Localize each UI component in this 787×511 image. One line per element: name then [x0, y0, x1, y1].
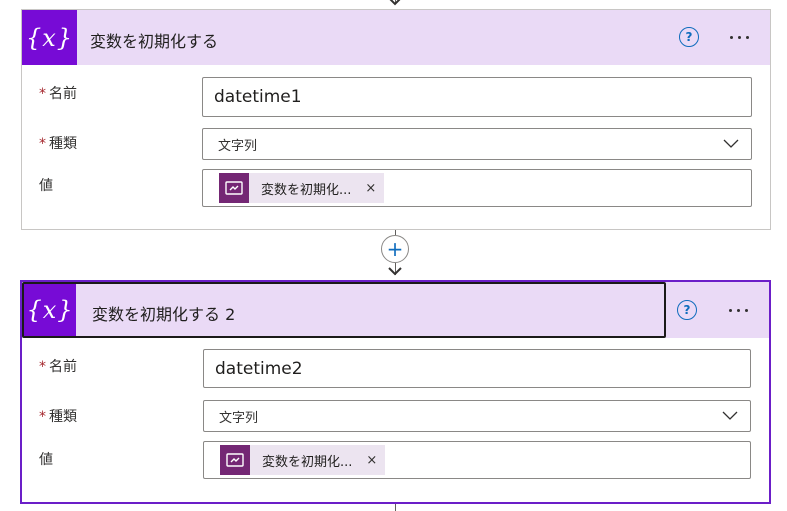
- variable-token-icon: [220, 445, 250, 475]
- type-label: * 種類: [39, 409, 77, 425]
- connector-line-bottom: [395, 504, 396, 511]
- card-header[interactable]: {x} 変数を初期化する 2 ?: [22, 282, 769, 338]
- arrow-down-icon: [388, 267, 402, 277]
- arrow-down-icon: [388, 0, 402, 7]
- dynamic-content-token[interactable]: 変数を初期化... ×: [220, 445, 386, 475]
- type-label: * 種類: [39, 136, 77, 152]
- name-label: * 名前: [39, 86, 77, 102]
- type-select-value: 文字列: [219, 410, 259, 426]
- name-label: * 名前: [39, 359, 77, 375]
- name-input[interactable]: datetime1: [202, 77, 752, 117]
- value-input[interactable]: 変数を初期化... ×: [202, 169, 752, 207]
- required-marker: *: [39, 86, 46, 102]
- value-label: 値: [39, 178, 53, 194]
- card-title[interactable]: 変数を初期化する 2: [92, 301, 235, 325]
- chevron-down-icon: [723, 138, 739, 153]
- add-step-button[interactable]: +: [381, 235, 409, 263]
- help-icon[interactable]: ?: [677, 300, 697, 320]
- card-header[interactable]: {x} 変数を初期化する ?: [22, 10, 770, 65]
- action-card-initialize-variable-2[interactable]: {x} 変数を初期化する 2 ? * 名前 datetime2 * 種類 文字列 値…: [20, 280, 771, 504]
- remove-token-icon[interactable]: ×: [365, 181, 376, 196]
- type-select[interactable]: 文字列: [202, 128, 752, 160]
- chevron-down-icon: [722, 410, 738, 425]
- more-options-icon[interactable]: [730, 36, 749, 39]
- type-select[interactable]: 文字列: [203, 400, 751, 432]
- more-options-icon[interactable]: [729, 309, 748, 312]
- help-icon[interactable]: ?: [679, 27, 699, 47]
- value-label: 値: [39, 452, 53, 468]
- type-select-value: 文字列: [218, 138, 258, 154]
- variable-icon: {x}: [24, 284, 76, 336]
- action-card-initialize-variable[interactable]: {x} 変数を初期化する ? * 名前 datetime1 * 種類 文字列 値 変…: [21, 9, 771, 230]
- card-title[interactable]: 変数を初期化する: [90, 28, 218, 52]
- token-label: 変数を初期化...: [262, 454, 353, 470]
- dynamic-content-token[interactable]: 変数を初期化... ×: [219, 173, 385, 203]
- required-marker: *: [39, 359, 46, 375]
- variable-token-icon: [219, 173, 249, 203]
- token-label: 変数を初期化...: [261, 182, 352, 198]
- variable-icon: {x}: [22, 10, 77, 65]
- required-marker: *: [39, 136, 46, 152]
- required-marker: *: [39, 409, 46, 425]
- value-input[interactable]: 変数を初期化... ×: [203, 441, 751, 479]
- name-input[interactable]: datetime2: [203, 349, 751, 388]
- remove-token-icon[interactable]: ×: [366, 453, 377, 468]
